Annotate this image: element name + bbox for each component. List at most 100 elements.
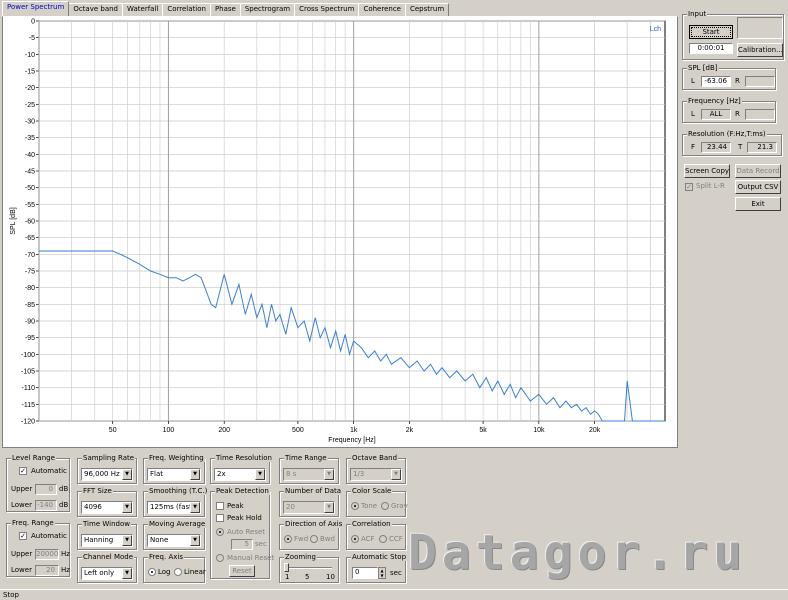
- peak-checkbox[interactable]: [216, 502, 224, 510]
- correlation-label: Correlation: [351, 520, 392, 528]
- zoom-slider-thumb[interactable]: [284, 563, 289, 572]
- freq-axis-log-label: Log: [158, 568, 171, 576]
- chevron-down-icon: ▼: [122, 469, 132, 480]
- zooming-label: Zooming: [284, 553, 318, 561]
- y-tick-label: -95: [25, 335, 35, 342]
- autostop-input[interactable]: 0: [352, 567, 378, 579]
- corr-ccf-radio[interactable]: [379, 535, 387, 543]
- data-record-button[interactable]: Data Record: [735, 164, 781, 178]
- peak-hold-checkbox[interactable]: [216, 514, 224, 522]
- spl-l-label: L: [691, 77, 695, 85]
- tab-cross-spectrum[interactable]: Cross Spectrum: [294, 3, 360, 17]
- freq-auto-label: Automatic: [31, 532, 67, 540]
- watermark-logo: Datagor.ru: [408, 525, 747, 581]
- time-window-group: Time Window Hanning ▼: [77, 520, 137, 550]
- freq-axis-linear-radio[interactable]: [174, 568, 182, 576]
- axis-bwd-label: Bwd: [320, 535, 335, 543]
- y-tick-label: -110: [22, 385, 36, 392]
- level-lower-input[interactable]: -140: [35, 500, 57, 511]
- axis-bwd-radio[interactable]: [310, 535, 318, 543]
- y-tick-label: -60: [25, 219, 35, 226]
- octave-band-select[interactable]: 1/3 ▼: [350, 468, 402, 481]
- tab-correlation[interactable]: Correlation: [162, 3, 211, 17]
- x-tick-label: 5k: [479, 427, 487, 434]
- reset-seconds-input[interactable]: 5: [231, 539, 253, 550]
- octave-band-label: Octave Band: [351, 454, 399, 462]
- freq-weighting-label: Freq. Weighting: [148, 454, 205, 462]
- time-resolution-select[interactable]: 2x ▼: [214, 468, 266, 481]
- freq-upper-input[interactable]: 20000: [35, 549, 59, 560]
- correlation-group: Correlation ACF CCF: [346, 520, 406, 550]
- auto-reset-radio[interactable]: [216, 528, 224, 536]
- x-tick-label: 500: [292, 427, 304, 434]
- frequency-label: Frequency [Hz]: [687, 97, 742, 105]
- freq-weighting-select[interactable]: Flat ▼: [147, 468, 201, 481]
- freq-axis-log-radio[interactable]: [148, 568, 156, 576]
- autostop-spinner[interactable]: ▲ ▼: [378, 567, 386, 579]
- plot-panel: 0 -5 -10 -15 -20 -25 -30 -35 -40 -45 -50 -55 -60 -65 -…: [2, 16, 678, 448]
- freq-r-label: R: [735, 110, 740, 118]
- y-tick-label: -90: [25, 319, 35, 326]
- color-gray-radio[interactable]: [381, 502, 389, 510]
- start-button[interactable]: Start: [689, 25, 733, 39]
- x-axis-label: Frequency [Hz]: [328, 437, 376, 444]
- freq-r-value: [745, 109, 775, 120]
- level-auto-checkbox[interactable]: ✓: [19, 467, 27, 475]
- split-lr-checkbox[interactable]: ✓: [685, 183, 693, 191]
- input-group: Input Start 0:00:01 Calibration...: [682, 10, 784, 60]
- y-tick-label: -80: [25, 285, 35, 292]
- freq-weighting-group: Freq. Weighting Flat ▼: [143, 454, 205, 484]
- level-lower-label: Lower: [11, 501, 32, 509]
- tab-spectrogram[interactable]: Spectrogram: [239, 3, 296, 17]
- y-tick-label: 0: [31, 19, 35, 26]
- smoothing-select[interactable]: 125ms (fast) ▼: [147, 501, 201, 514]
- freq-auto-checkbox[interactable]: ✓: [19, 532, 27, 540]
- tab-waterfall[interactable]: Waterfall: [122, 3, 164, 17]
- fft-size-select[interactable]: 4096 ▼: [81, 501, 133, 514]
- level-upper-unit: dB: [59, 485, 69, 493]
- freq-upper-label: Upper: [11, 550, 33, 558]
- calibration-button[interactable]: Calibration...: [737, 43, 783, 57]
- sampling-rate-group: Sampling Rate 96,000 Hz ▼: [77, 454, 137, 484]
- zooming-group: Zooming 1 5 10: [279, 553, 339, 583]
- tab-coherence[interactable]: Coherence: [358, 3, 406, 17]
- reset-seconds-unit: sec: [255, 540, 267, 548]
- sampling-rate-value: 96,000 Hz: [84, 470, 120, 478]
- sampling-rate-select[interactable]: 96,000 Hz ▼: [81, 468, 133, 481]
- exit-button[interactable]: Exit: [735, 197, 781, 211]
- res-t-value: 21.3: [747, 142, 777, 153]
- number-of-data-group: Number of Data 20 ▼: [279, 487, 343, 517]
- input-level-display: [737, 17, 783, 39]
- channel-mode-group: Channel Mode Left only ▼: [77, 553, 137, 583]
- input-label: Input: [687, 10, 708, 18]
- level-range-label: Level Range: [11, 454, 56, 462]
- tab-cepstrum[interactable]: Cepstrum: [404, 3, 450, 17]
- number-of-data-select[interactable]: 20 ▼: [283, 501, 335, 514]
- tab-power-spectrum[interactable]: Power Spectrum: [2, 1, 70, 17]
- channel-mode-select[interactable]: Left only ▼: [81, 567, 133, 580]
- time-range-value: 8 s: [286, 470, 297, 478]
- moving-average-select[interactable]: None ▼: [147, 534, 201, 547]
- time-window-select[interactable]: Hanning ▼: [81, 534, 133, 547]
- time-range-select[interactable]: 8 s ▼: [283, 468, 335, 481]
- output-csv-button[interactable]: Output CSV: [735, 180, 781, 194]
- freq-lower-input[interactable]: 20: [35, 565, 59, 576]
- tab-octave-band[interactable]: Octave band: [68, 3, 123, 17]
- corr-acf-radio[interactable]: [351, 535, 359, 543]
- color-scale-label: Color Scale: [351, 487, 393, 495]
- sampling-rate-label: Sampling Rate: [82, 454, 136, 462]
- screen-copy-button[interactable]: Screen Copy: [684, 164, 730, 178]
- spl-label: SPL [dB]: [687, 64, 719, 72]
- level-upper-input[interactable]: 0: [35, 484, 57, 495]
- zoom-tick-1: 1: [285, 573, 290, 581]
- color-tone-radio[interactable]: [351, 502, 359, 510]
- axis-fwd-radio[interactable]: [284, 535, 292, 543]
- freq-axis-linear-label: Linear: [184, 568, 206, 576]
- manual-reset-radio[interactable]: [216, 554, 224, 562]
- zoom-slider-track[interactable]: [286, 567, 332, 569]
- x-tick-label: 2k: [406, 427, 414, 434]
- reset-button[interactable]: Reset: [229, 565, 255, 577]
- zoom-tick-5: 5: [305, 573, 310, 581]
- x-tick-label: 1k: [350, 427, 358, 434]
- tab-phase[interactable]: Phase: [209, 3, 241, 17]
